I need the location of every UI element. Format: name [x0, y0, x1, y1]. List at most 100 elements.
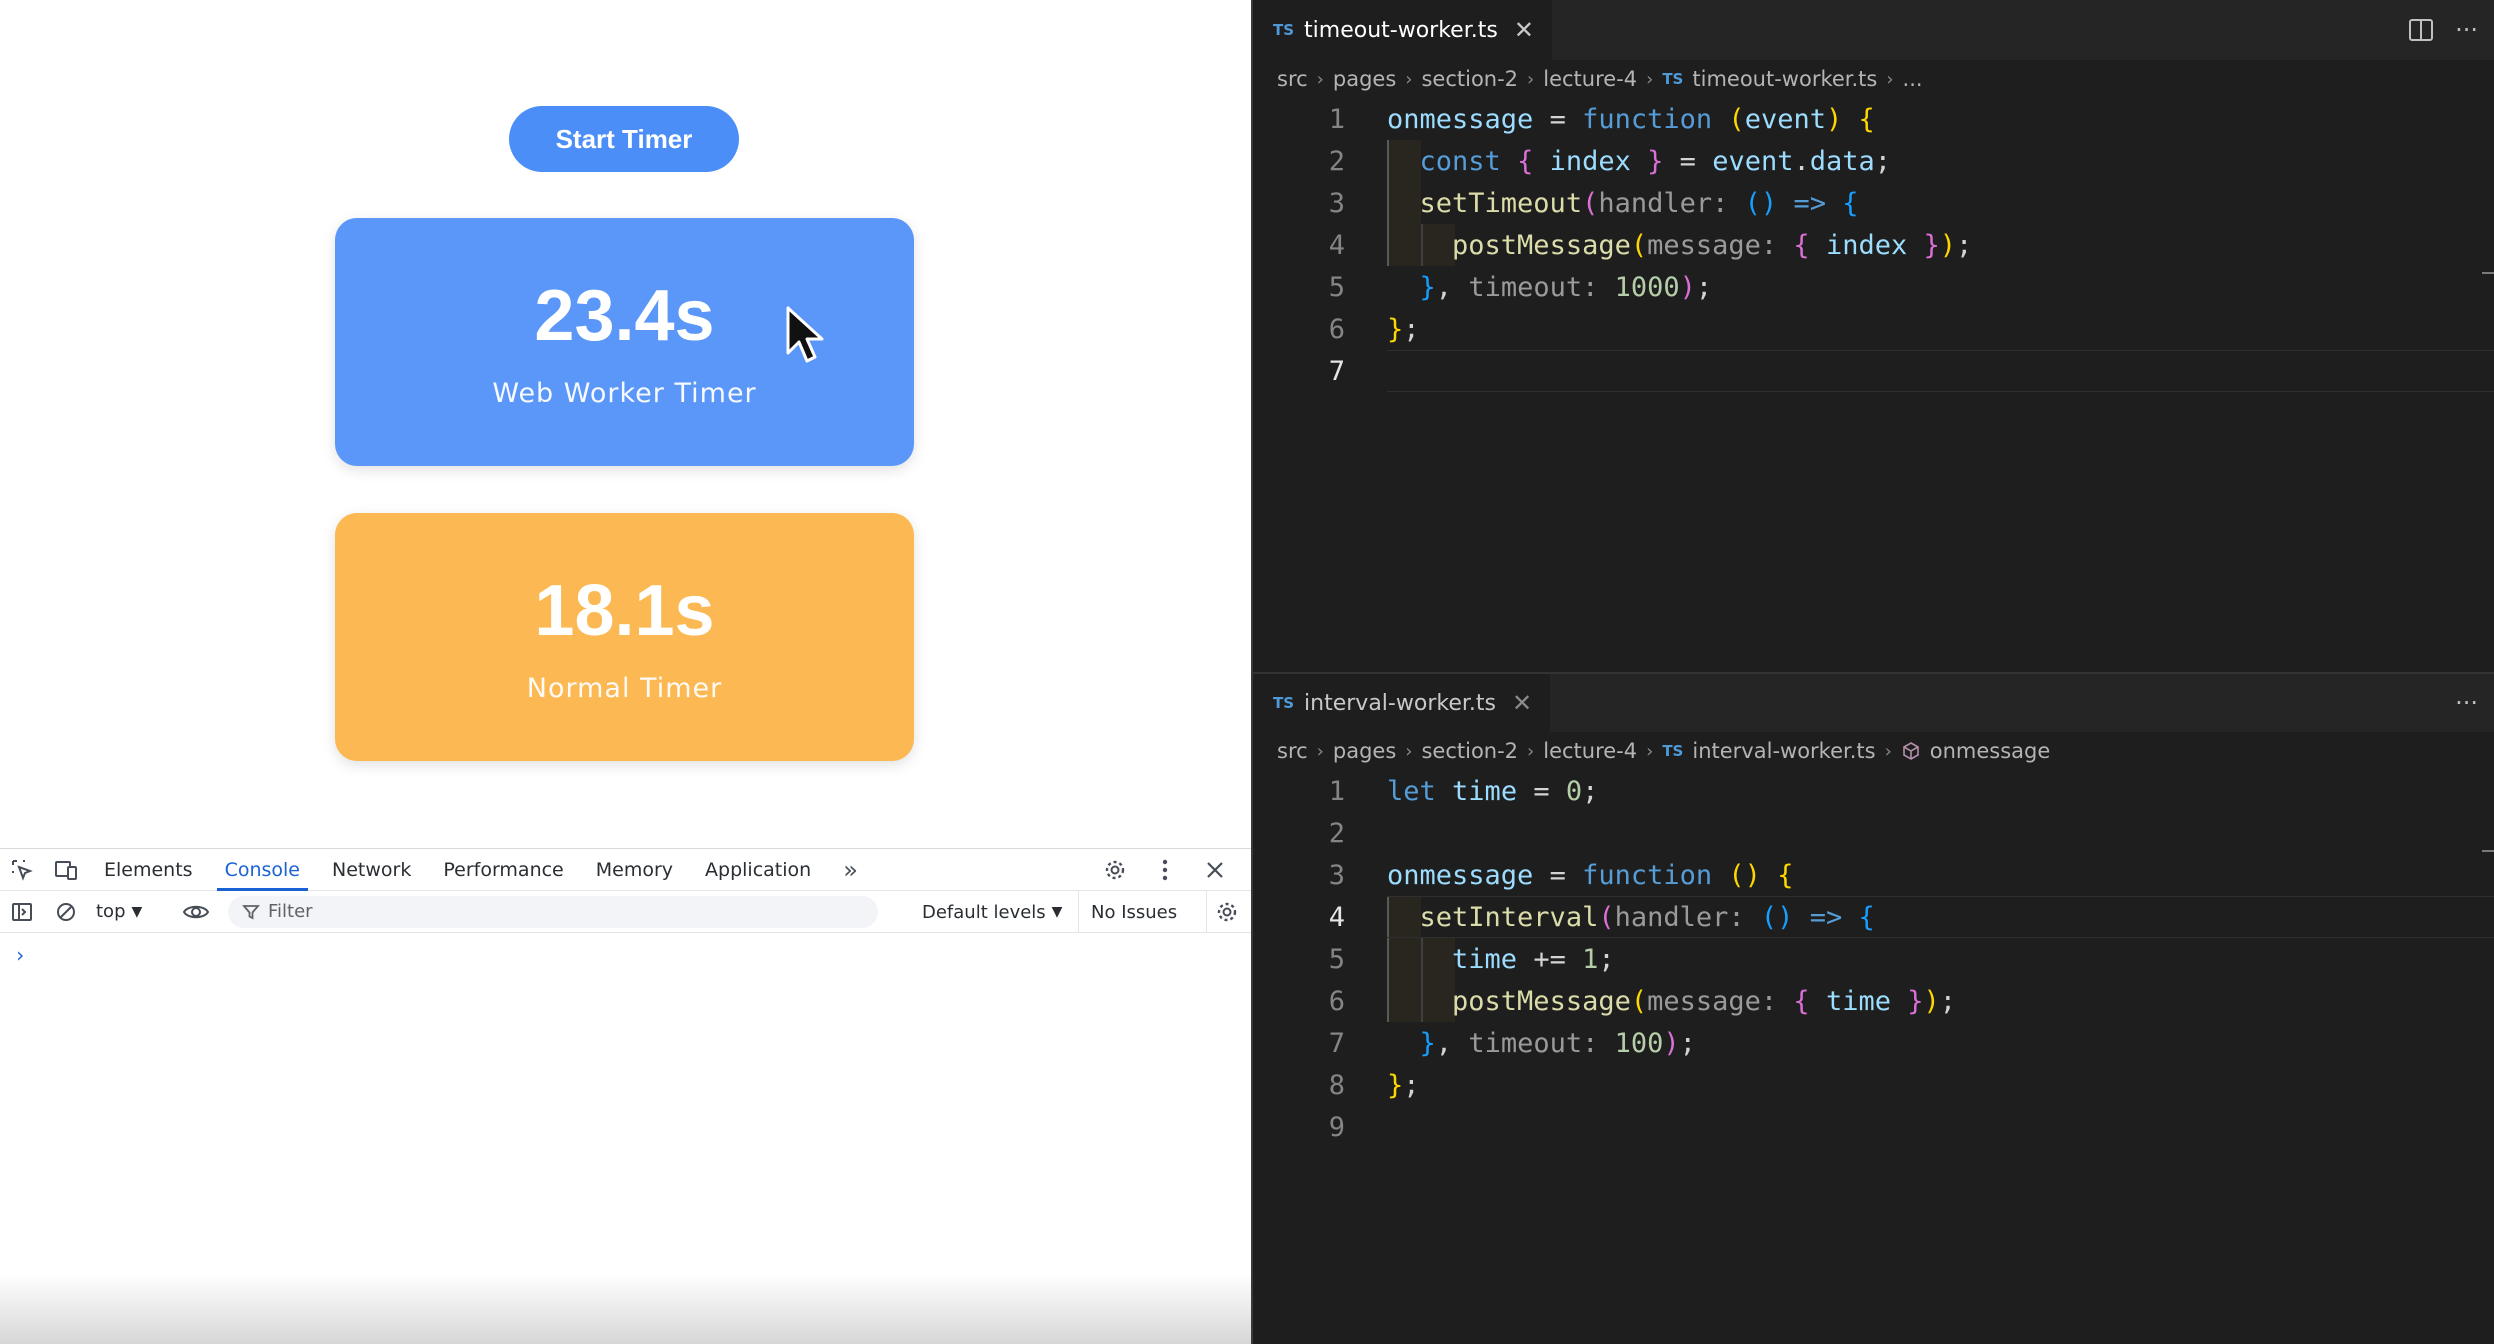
console-filter-input[interactable]: Filter	[228, 895, 878, 928]
code-area-top[interactable]: 1 onmessage = function (event) { 2 const …	[1253, 98, 2494, 392]
code-line: 2	[1253, 812, 2494, 854]
breadcrumb-item[interactable]: ...	[1903, 67, 1923, 91]
code-line: 7 }, timeout: 100);	[1253, 1022, 2494, 1064]
code-area-bottom[interactable]: 1 let time = 0; 2 3 onmessage = function (…	[1253, 770, 2494, 1148]
line-number: 6	[1328, 985, 1345, 1017]
code-line: 8};	[1253, 1064, 2494, 1106]
editor-pane-top: TS timeout-worker.ts ✕ ··· src › pages › s…	[1253, 0, 2494, 672]
more-actions-icon[interactable]: ···	[2455, 689, 2478, 717]
chevron-right-icon: ›	[1405, 68, 1413, 90]
line-number: 4	[1328, 901, 1345, 933]
breadcrumb-item[interactable]: section-2	[1421, 739, 1518, 763]
chevron-right-icon: ›	[1527, 68, 1535, 90]
tab-interval-worker[interactable]: TS interval-worker.ts ✕	[1253, 674, 1551, 732]
code-line-current: 4 setInterval(handler: () => {	[1253, 896, 2494, 938]
chevron-right-icon: ›	[1316, 740, 1324, 762]
devtools-tab-bar: Elements Console Network Performance Mem…	[0, 849, 1251, 891]
bottom-shadow	[0, 1274, 1251, 1344]
line-number: 5	[1328, 271, 1345, 303]
inspect-element-icon[interactable]	[0, 849, 44, 891]
tab-network[interactable]: Network	[316, 849, 427, 891]
code-line: 9	[1253, 1106, 2494, 1148]
context-selector-label: top	[96, 901, 126, 922]
live-expression-eye-icon[interactable]	[174, 891, 218, 933]
breadcrumb-item[interactable]: src	[1277, 67, 1308, 91]
clear-console-icon[interactable]	[44, 891, 88, 933]
breadcrumb-item[interactable]: pages	[1333, 739, 1396, 763]
app-page: Start Timer 23.4s Web Worker Timer 18.1s…	[0, 0, 1251, 848]
line-number: 4	[1328, 229, 1345, 261]
dropdown-arrow-icon: ▼	[131, 903, 143, 920]
chevron-right-icon: ›	[1527, 740, 1535, 762]
tab-timeout-worker[interactable]: TS timeout-worker.ts ✕	[1253, 0, 1552, 60]
tab-filename: interval-worker.ts	[1304, 690, 1496, 716]
code-line: 2 const { index } = event.data;	[1253, 140, 2494, 182]
scrollbar-marker	[2482, 272, 2494, 274]
tab-memory[interactable]: Memory	[580, 849, 689, 891]
symbol-cube-icon	[1902, 742, 1919, 760]
line-number: 2	[1328, 145, 1345, 177]
breadcrumb-item[interactable]: pages	[1333, 67, 1396, 91]
code-line: 1 onmessage = function (event) {	[1253, 98, 2494, 140]
breadcrumb-item[interactable]: interval-worker.ts	[1692, 739, 1875, 763]
more-tabs-button[interactable]: »	[827, 849, 874, 891]
console-prompt[interactable]: ›	[14, 943, 26, 967]
levels-arrow-icon: ▼	[1051, 904, 1063, 920]
code-line-current: 7	[1253, 350, 2494, 392]
close-tab-icon[interactable]: ✕	[1514, 16, 1534, 44]
line-number: 7	[1328, 355, 1345, 387]
more-actions-icon[interactable]: ···	[2455, 16, 2478, 44]
issues-counter[interactable]: No Issues	[1078, 891, 1177, 933]
code-editor: TS timeout-worker.ts ✕ ··· src › pages › s…	[1251, 0, 2494, 1344]
context-selector[interactable]: top ▼	[96, 901, 164, 922]
log-levels-label: Default levels	[922, 901, 1046, 923]
line-number: 3	[1328, 859, 1345, 891]
editor-tab-bar-bottom: TS interval-worker.ts ✕ ···	[1253, 674, 2494, 732]
code-line: 1 let time = 0;	[1253, 770, 2494, 812]
breadcrumb-item[interactable]: lecture-4	[1543, 739, 1637, 763]
line-number: 6	[1328, 313, 1345, 345]
device-toolbar-icon[interactable]	[44, 849, 88, 891]
chevron-right-icon: ›	[1405, 740, 1413, 762]
editor-tab-bar-top: TS timeout-worker.ts ✕ ···	[1253, 0, 2494, 60]
close-tab-icon[interactable]: ✕	[1512, 689, 1532, 717]
tab-console[interactable]: Console	[209, 849, 316, 891]
chevron-right-icon: ›	[1646, 740, 1654, 762]
line-number: 5	[1328, 943, 1345, 975]
breadcrumb-item[interactable]: timeout-worker.ts	[1692, 67, 1877, 91]
line-number: 3	[1328, 187, 1345, 219]
breadcrumb-item[interactable]: src	[1277, 739, 1308, 763]
tab-filename: timeout-worker.ts	[1304, 17, 1498, 43]
filter-funnel-icon	[242, 904, 260, 919]
breadcrumb: src › pages › section-2 › lecture-4 › TS tim…	[1253, 60, 2494, 98]
breadcrumb-item[interactable]: section-2	[1421, 67, 1518, 91]
line-number: 7	[1328, 1027, 1345, 1059]
log-levels-dropdown[interactable]: Default levels ▼	[922, 891, 1062, 933]
typescript-file-icon: TS	[1662, 742, 1684, 760]
line-number: 9	[1328, 1111, 1345, 1143]
breadcrumb-item[interactable]: lecture-4	[1543, 67, 1637, 91]
sidebar-toggle-icon[interactable]	[0, 891, 44, 933]
kebab-menu-icon[interactable]	[1143, 849, 1187, 891]
chevron-right-icon: ›	[1646, 68, 1654, 90]
normal-timer-label: Normal Timer	[526, 673, 723, 704]
code-line: 4 postMessage(message: { index });	[1253, 224, 2494, 266]
typescript-file-icon: TS	[1273, 21, 1295, 39]
start-timer-button[interactable]: Start Timer	[509, 106, 739, 172]
chevron-right-icon: ›	[1316, 68, 1324, 90]
scrollbar-marker	[2482, 850, 2494, 852]
code-line: 3 setTimeout(handler: () => {	[1253, 182, 2494, 224]
console-settings-icon[interactable]	[1206, 891, 1239, 933]
normal-timer-value: 18.1s	[534, 571, 715, 651]
typescript-file-icon: TS	[1662, 70, 1684, 88]
tab-elements[interactable]: Elements	[88, 849, 209, 891]
code-line: 6 postMessage(message: { time });	[1253, 980, 2494, 1022]
split-editor-icon[interactable]	[2409, 19, 2434, 41]
breadcrumb-item[interactable]: onmessage	[1930, 739, 2051, 763]
line-number: 1	[1328, 103, 1345, 135]
tab-application[interactable]: Application	[689, 849, 827, 891]
web-worker-timer-value: 23.4s	[534, 276, 715, 356]
settings-gear-icon[interactable]	[1093, 849, 1137, 891]
tab-performance[interactable]: Performance	[427, 849, 579, 891]
close-devtools-icon[interactable]	[1193, 849, 1237, 891]
